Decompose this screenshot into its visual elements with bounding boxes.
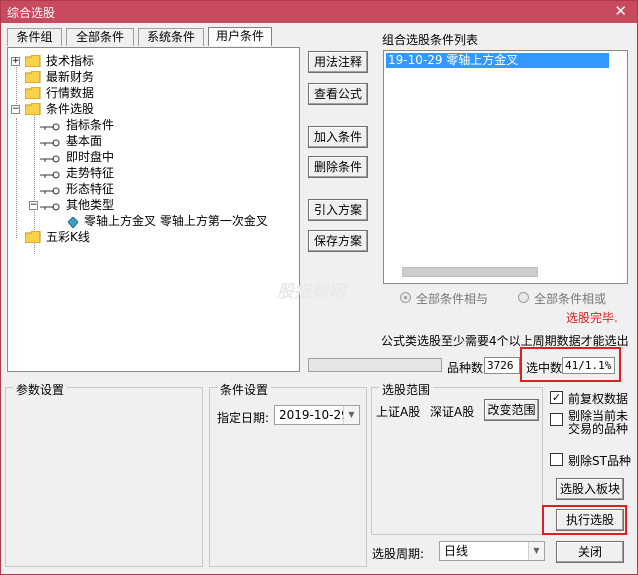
list-item[interactable]: 19-10-29 零轴上方金叉: [386, 53, 609, 68]
folder-icon: [25, 71, 41, 83]
view-formula-button[interactable]: 查看公式: [308, 83, 368, 105]
exclude-halt-label: 剔除当前未交易的品种: [568, 409, 629, 436]
execute-highlight-box: [542, 505, 627, 535]
exclude-halt-checkbox[interactable]: [550, 413, 563, 426]
horizontal-scrollbar[interactable]: [402, 267, 538, 277]
delete-condition-button[interactable]: 删除条件: [308, 156, 368, 178]
folder-icon: [25, 55, 41, 67]
key-icon: [40, 168, 60, 179]
parameter-settings-title: 参数设置: [13, 381, 68, 398]
pre-adjust-label: 前复权数据: [568, 392, 629, 406]
parameter-settings-group: [5, 387, 203, 567]
period-select[interactable]: 日线 ▼: [439, 541, 545, 561]
key-icon: [40, 200, 60, 211]
save-plan-button[interactable]: 保存方案: [308, 230, 368, 252]
date-value: 2019-10-29: [279, 408, 349, 422]
all-and-label: 全部条件相与: [416, 292, 489, 306]
folder-icon: [25, 231, 41, 243]
collapse-icon[interactable]: −: [11, 105, 20, 114]
close-button[interactable]: 关闭: [556, 541, 624, 563]
add-to-board-button[interactable]: 选股入板块: [556, 478, 624, 500]
exclude-st-checkbox[interactable]: [550, 453, 563, 466]
condition-settings-title: 条件设置: [217, 381, 272, 398]
chevron-down-icon[interactable]: ▼: [343, 406, 359, 424]
period-label: 选股周期:: [372, 547, 425, 561]
variety-count-field: 3726: [484, 357, 520, 374]
variety-count-label: 品种数: [447, 361, 484, 375]
pre-adjust-checkbox[interactable]: ✓: [550, 391, 563, 404]
date-label: 指定日期:: [217, 411, 270, 425]
tab-user-conditions[interactable]: 用户条件: [208, 27, 272, 46]
range-sz: 深证A股: [430, 405, 475, 419]
condition-tree[interactable]: + 技术指标 最新财务 行情数据 − 条件选股 指标条件 基本面 即时盘中 走势…: [7, 47, 300, 372]
add-condition-button[interactable]: 加入条件: [308, 126, 368, 148]
exclude-st-label: 剔除ST品种: [568, 454, 631, 468]
screening-progress-bar: [308, 358, 442, 372]
key-icon: [40, 152, 60, 163]
key-icon: [40, 120, 60, 131]
all-or-label: 全部条件相或: [534, 292, 607, 306]
condition-list-title: 组合选股条件列表: [382, 33, 479, 47]
stock-screener-window: 综合选股 ✕ 条件组 全部条件 系统条件 用户条件 + 技术指标 最新财务 行情…: [0, 0, 638, 575]
all-or-radio[interactable]: [518, 292, 529, 303]
folder-icon: [25, 87, 41, 99]
import-plan-button[interactable]: 引入方案: [308, 199, 368, 221]
window-title: 综合选股: [7, 6, 56, 20]
tab-all-conditions[interactable]: 全部条件: [66, 28, 134, 46]
key-icon: [40, 136, 60, 147]
collapse-icon[interactable]: −: [29, 201, 38, 210]
tab-condition-group[interactable]: 条件组: [7, 28, 62, 46]
condition-list[interactable]: 19-10-29 零轴上方金叉: [383, 50, 628, 284]
date-picker[interactable]: 2019-10-29 ▼: [274, 405, 360, 425]
watermark: 股指标网: [277, 282, 345, 302]
key-icon: [40, 184, 60, 195]
highlight-box: [520, 347, 621, 382]
chevron-down-icon[interactable]: ▼: [528, 542, 544, 560]
close-icon[interactable]: ✕: [614, 2, 627, 20]
title-bar: 综合选股 ✕: [1, 1, 637, 23]
usage-button[interactable]: 用法注释: [308, 51, 368, 73]
all-and-radio[interactable]: [400, 292, 411, 303]
tab-system-conditions[interactable]: 系统条件: [138, 28, 204, 46]
status-done: 选股完毕.: [566, 311, 618, 325]
change-range-button[interactable]: 改变范围: [484, 399, 539, 421]
range-title: 选股范围: [379, 381, 434, 398]
range-sh: 上证A股: [376, 405, 421, 419]
expand-icon[interactable]: +: [11, 57, 20, 66]
folder-open-icon: [25, 103, 41, 115]
period-value: 日线: [444, 544, 469, 558]
